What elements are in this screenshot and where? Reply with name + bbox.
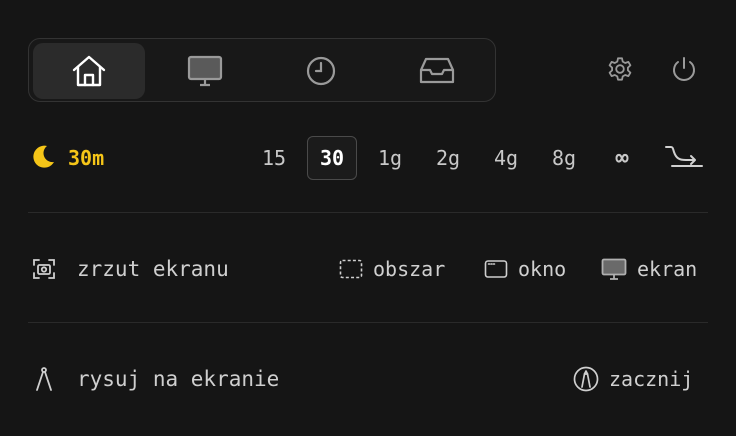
divider	[28, 212, 708, 213]
tab-home[interactable]	[33, 43, 145, 99]
divider	[28, 322, 708, 323]
dashed-rect-icon	[339, 259, 363, 279]
duration-30[interactable]: 30	[307, 136, 357, 180]
screenshot-screen-label: ekran	[637, 257, 698, 281]
inbox-icon	[419, 57, 455, 84]
screenshot-area-button[interactable]: obszar	[339, 255, 445, 283]
screenshot-window-button[interactable]: okno	[484, 255, 566, 283]
compass-icon	[36, 367, 52, 391]
screenshot-label: zrzut ekranu	[77, 257, 229, 281]
moon-icon	[33, 145, 54, 168]
tab-display[interactable]	[147, 43, 263, 99]
tab-history[interactable]	[263, 43, 379, 99]
duration-15[interactable]: 15	[254, 136, 294, 180]
monitor-icon	[601, 258, 627, 280]
settings-button[interactable]	[605, 54, 635, 84]
tab-bar	[28, 38, 496, 102]
duration-8g[interactable]: 8g	[544, 136, 584, 180]
duration-infinite[interactable]: ∞	[602, 136, 642, 180]
timer-current-value: 30m	[68, 146, 105, 170]
draw-start-button[interactable]: zacznij	[573, 365, 693, 393]
pen-circle-icon	[573, 366, 599, 392]
monitor-icon	[187, 55, 223, 87]
screenshot-screen-button[interactable]: ekran	[601, 255, 697, 283]
timer-row: 30m 15 30 1g 2g 4g 8g ∞	[0, 134, 736, 182]
draw-row: rysuj na ekranie zacznij	[0, 359, 736, 399]
screenshot-window-label: okno	[518, 257, 567, 281]
screenshot-area-label: obszar	[373, 257, 446, 281]
schedule-arrow-icon[interactable]	[664, 144, 704, 170]
duration-1g[interactable]: 1g	[370, 136, 410, 180]
home-icon	[72, 55, 106, 87]
draw-start-label: zacznij	[609, 367, 694, 391]
draw-label: rysuj na ekranie	[77, 367, 280, 391]
duration-4g[interactable]: 4g	[486, 136, 526, 180]
clock-icon	[306, 56, 336, 86]
duration-2g[interactable]: 2g	[428, 136, 468, 180]
camera-icon	[33, 259, 55, 279]
screenshot-row: zrzut ekranu obszar okno ekran	[0, 249, 736, 289]
tab-inbox[interactable]	[379, 43, 495, 99]
gear-icon	[608, 57, 632, 81]
window-icon	[484, 260, 508, 278]
app-window: 30m 15 30 1g 2g 4g 8g ∞ zrzut ekranu obs…	[0, 0, 736, 436]
power-button[interactable]	[669, 54, 699, 84]
power-icon	[673, 57, 695, 81]
